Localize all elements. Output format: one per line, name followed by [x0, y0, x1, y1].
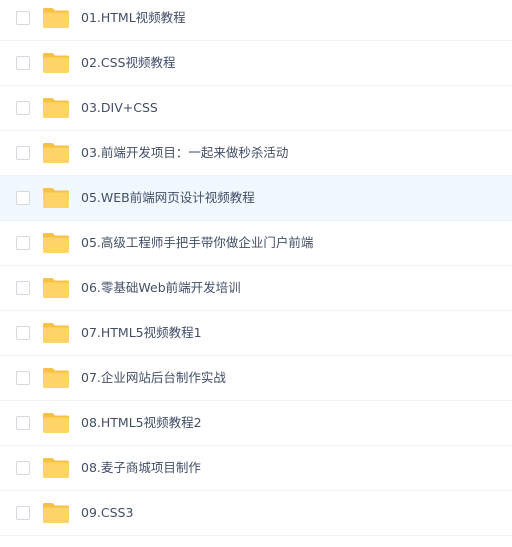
file-row[interactable]: 08.麦子商城项目制作 — [0, 446, 512, 491]
row-checkbox[interactable] — [16, 371, 30, 385]
folder-icon — [42, 97, 70, 119]
file-row[interactable]: 07.HTML5视频教程1 — [0, 311, 512, 356]
row-checkbox[interactable] — [16, 11, 30, 25]
file-row[interactable]: 01.HTML视频教程 — [0, 0, 512, 41]
row-checkbox[interactable] — [16, 326, 30, 340]
file-list: 01.HTML视频教程 02.CSS视频教程 03.DIV+CSS 03.前端开… — [0, 0, 512, 543]
folder-icon — [42, 232, 70, 254]
folder-name[interactable]: 08.麦子商城项目制作 — [81, 460, 201, 476]
folder-icon — [42, 367, 70, 389]
file-row[interactable]: 03.前端开发项目：一起来做秒杀活动 — [0, 131, 512, 176]
file-row[interactable]: 08.HTML5视频教程2 — [0, 401, 512, 446]
folder-icon — [42, 7, 70, 29]
folder-icon — [42, 457, 70, 479]
folder-name[interactable]: 07.企业网站后台制作实战 — [81, 370, 226, 386]
file-row[interactable]: 02.CSS视频教程 — [0, 41, 512, 86]
folder-name[interactable]: 05.高级工程师手把手带你做企业门户前端 — [81, 235, 313, 251]
folder-name[interactable]: 09.CSS3 — [81, 505, 133, 521]
folder-icon — [42, 277, 70, 299]
row-checkbox[interactable] — [16, 101, 30, 115]
file-row[interactable]: 05.高级工程师手把手带你做企业门户前端 — [0, 221, 512, 266]
file-row[interactable]: 09.CSS3 — [0, 491, 512, 536]
row-checkbox[interactable] — [16, 146, 30, 160]
folder-name[interactable]: 03.前端开发项目：一起来做秒杀活动 — [81, 145, 288, 161]
folder-icon — [42, 52, 70, 74]
row-checkbox[interactable] — [16, 56, 30, 70]
folder-name[interactable]: 08.HTML5视频教程2 — [81, 415, 202, 431]
folder-name[interactable]: 05.WEB前端网页设计视频教程 — [81, 190, 255, 206]
file-row[interactable]: 03.DIV+CSS — [0, 86, 512, 131]
file-row[interactable]: 05.WEB前端网页设计视频教程 — [0, 176, 512, 221]
folder-icon — [42, 502, 70, 524]
file-row[interactable]: 06.零基础Web前端开发培训 — [0, 266, 512, 311]
row-checkbox[interactable] — [16, 236, 30, 250]
folder-name[interactable]: 01.HTML视频教程 — [81, 10, 186, 26]
row-checkbox[interactable] — [16, 506, 30, 520]
row-checkbox[interactable] — [16, 191, 30, 205]
folder-icon — [42, 187, 70, 209]
folder-name[interactable]: 02.CSS视频教程 — [81, 55, 175, 71]
folder-name[interactable]: 03.DIV+CSS — [81, 100, 158, 116]
row-checkbox[interactable] — [16, 281, 30, 295]
folder-icon — [42, 412, 70, 434]
row-checkbox[interactable] — [16, 461, 30, 475]
folder-icon — [42, 322, 70, 344]
folder-icon — [42, 142, 70, 164]
folder-name[interactable]: 06.零基础Web前端开发培训 — [81, 280, 241, 296]
folder-name[interactable]: 07.HTML5视频教程1 — [81, 325, 202, 341]
row-checkbox[interactable] — [16, 416, 30, 430]
file-row[interactable]: 07.企业网站后台制作实战 — [0, 356, 512, 401]
